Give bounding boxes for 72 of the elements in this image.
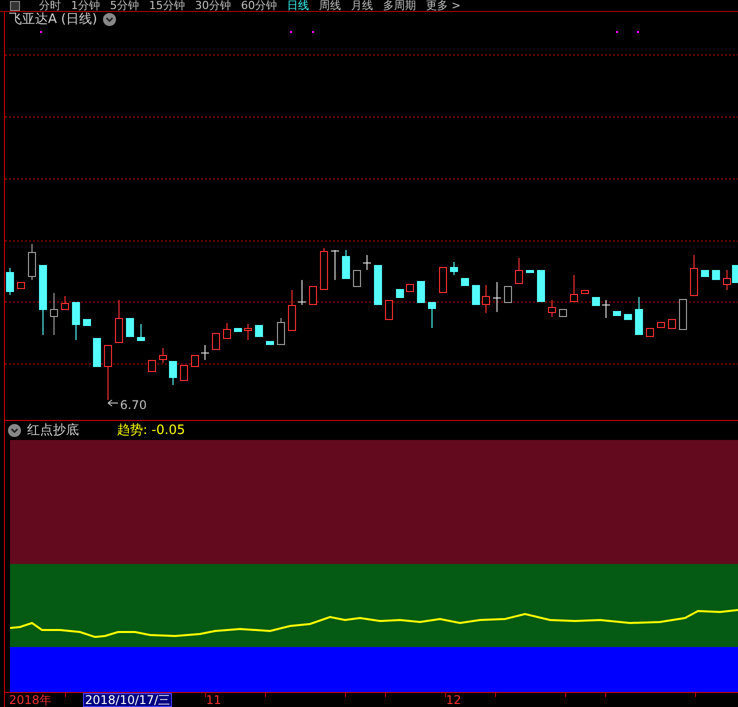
indicator-name: 红点抄底 [27, 422, 79, 440]
indicator-reading: 趋势: -0.05 [117, 422, 186, 440]
window-icon[interactable] [10, 0, 20, 10]
axis-label: 11 [206, 693, 222, 707]
candlestick [266, 340, 274, 346]
candlestick [482, 284, 490, 314]
candlestick [191, 354, 199, 368]
candlestick [679, 298, 687, 330]
candlestick [244, 324, 252, 340]
candlestick [504, 286, 512, 304]
candlestick [342, 250, 350, 280]
candlestick [592, 296, 600, 306]
candlestick [581, 290, 589, 294]
candlestick [548, 300, 556, 318]
candlestick [169, 360, 177, 386]
candlestick [115, 300, 123, 344]
candlestick [320, 248, 328, 290]
candlestick [461, 278, 469, 286]
cursor-date-label: 2018/10/17/三 [83, 693, 172, 707]
candlestick [277, 318, 285, 346]
candlestick [50, 292, 58, 336]
candlestick [690, 254, 698, 296]
candlestick [104, 344, 112, 400]
candlestick [602, 300, 610, 318]
candlestick [712, 270, 720, 280]
low-price-label: 6.70 [120, 397, 147, 414]
candlestick [200, 344, 210, 360]
candlestick [330, 250, 340, 280]
candlestick [298, 280, 306, 306]
candlestick [472, 284, 480, 306]
candlestick [353, 270, 361, 288]
candlestick [180, 364, 188, 382]
candlestick [159, 348, 167, 364]
candlestick [61, 296, 69, 310]
dropdown-icon[interactable] [8, 424, 21, 437]
candlestick [83, 318, 91, 326]
candlestick [72, 302, 80, 340]
arrow-icon [108, 400, 118, 406]
candlestick [515, 258, 523, 284]
candlestick [635, 296, 643, 336]
candlestick [439, 266, 447, 294]
candlestick [537, 270, 545, 302]
candlestick [526, 270, 534, 274]
candlestick [570, 274, 578, 302]
candlestick [362, 254, 372, 270]
axis-label: 12 [446, 693, 462, 707]
chart-title: 飞亚达A (日线) [9, 12, 98, 27]
candlestick [417, 280, 425, 304]
candlestick [126, 318, 134, 338]
candlestick [137, 324, 145, 342]
candlestick [288, 290, 296, 332]
candlestick [559, 308, 567, 318]
candlestick [234, 328, 242, 332]
candlestick [6, 268, 14, 296]
candlestick [148, 360, 156, 372]
candlestick [668, 318, 676, 330]
candlestick [28, 244, 36, 280]
candlestick [223, 322, 231, 340]
candlestick [212, 332, 220, 350]
candlestick [39, 264, 47, 336]
candlestick [701, 270, 709, 278]
candlestick [385, 300, 393, 320]
candlestick [450, 262, 458, 276]
candlestick [374, 264, 382, 306]
candlestick [309, 286, 317, 306]
candlestick [492, 282, 502, 312]
candlestick [93, 338, 101, 368]
dropdown-icon[interactable] [103, 13, 116, 26]
candlestick [255, 324, 263, 338]
candlestick [428, 302, 436, 328]
axis-label: 2018年 [9, 693, 52, 707]
candlestick [17, 282, 25, 290]
